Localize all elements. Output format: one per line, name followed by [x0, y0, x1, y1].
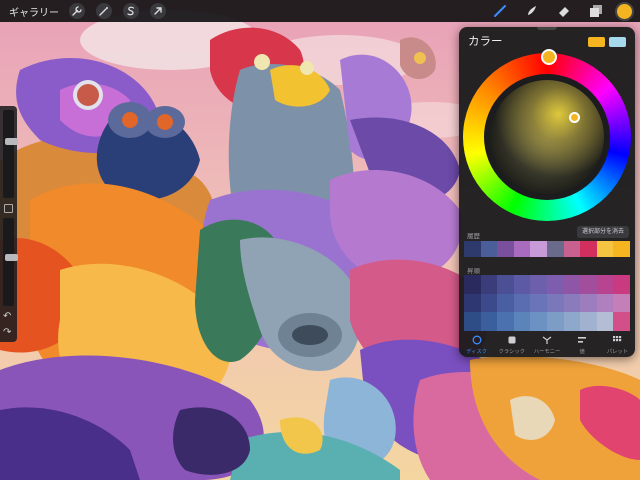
history-swatch[interactable]	[563, 241, 581, 257]
wheel-inner	[484, 74, 610, 200]
magic-wand-icon	[99, 7, 108, 16]
sliders-icon	[578, 337, 587, 343]
saturation-brightness-disc[interactable]	[490, 80, 604, 194]
brush-tool-button[interactable]	[489, 0, 511, 22]
palette-swatch[interactable]	[580, 293, 597, 313]
grid-icon	[613, 336, 622, 342]
history-label: 履歴	[467, 232, 480, 240]
palette-swatch[interactable]	[530, 293, 547, 313]
color-panel: カラー 履歴 選択部分を消去 昇順 ディスク クラシック ハーモニー 値 パレット	[459, 27, 635, 357]
palette-swatch[interactable]	[513, 275, 531, 294]
color-mode-tabs: ディスク クラシック ハーモニー 値 パレット	[459, 333, 635, 357]
palette-swatch[interactable]	[464, 293, 481, 313]
color-history	[464, 241, 630, 257]
tab-grid[interactable]: パレット	[600, 333, 635, 357]
disc-icon	[472, 335, 482, 345]
palette-swatch[interactable]	[530, 275, 547, 294]
selection-s-icon	[127, 6, 135, 16]
tab-label: ディスク	[466, 349, 488, 355]
gallery-button[interactable]: ギャラリー	[0, 4, 69, 19]
brush-icon	[494, 5, 506, 17]
palette-swatch[interactable]	[497, 312, 514, 331]
adjustments-button[interactable]	[96, 3, 112, 19]
selection-button[interactable]	[123, 3, 139, 19]
modify-button[interactable]	[4, 204, 13, 213]
redo-button[interactable]: ↷	[3, 328, 11, 338]
palette-swatch[interactable]	[596, 275, 614, 294]
primary-color-swatch[interactable]	[588, 37, 605, 47]
palette-swatch[interactable]	[480, 312, 498, 331]
palette-swatch[interactable]	[497, 293, 514, 313]
history-swatch[interactable]	[546, 241, 564, 257]
left-sidebar: ↶ ↷	[0, 106, 18, 342]
palette-swatch[interactable]	[547, 312, 564, 331]
palette-label: 昇順	[467, 267, 480, 275]
palette-swatch[interactable]	[530, 312, 547, 331]
palette-swatch[interactable]	[613, 312, 630, 331]
tab-label: パレット	[606, 349, 629, 355]
palette-swatch[interactable]	[513, 293, 531, 313]
clear-history-button[interactable]: 選択部分を消去	[577, 226, 629, 238]
harmony-icon	[542, 336, 552, 344]
palette-swatch[interactable]	[563, 275, 581, 294]
palette-swatch[interactable]	[547, 293, 564, 313]
layers-icon	[590, 5, 602, 17]
palette-swatch[interactable]	[547, 275, 564, 294]
hue-knob[interactable]	[541, 49, 557, 65]
secondary-color-swatch[interactable]	[609, 37, 626, 47]
tab-disc[interactable]: ディスク	[459, 333, 494, 357]
opacity-thumb[interactable]	[5, 254, 18, 262]
eraser-icon	[559, 7, 569, 17]
palette-swatch[interactable]	[497, 275, 514, 294]
palette-swatch[interactable]	[464, 312, 481, 331]
panel-grabber[interactable]	[537, 27, 557, 30]
history-swatch[interactable]	[497, 241, 514, 257]
history-swatch[interactable]	[596, 241, 614, 257]
history-swatch[interactable]	[613, 241, 630, 257]
undo-button[interactable]: ↶	[3, 312, 11, 322]
tab-square[interactable]: クラシック	[494, 333, 529, 357]
transform-button[interactable]	[150, 3, 166, 19]
smudge-icon	[528, 6, 536, 15]
palette-swatch[interactable]	[480, 275, 498, 294]
brush-size-slider[interactable]	[3, 110, 18, 198]
color-button[interactable]	[615, 1, 634, 21]
brush-size-thumb[interactable]	[5, 138, 18, 146]
palette-swatch[interactable]	[580, 275, 597, 294]
palette-swatch[interactable]	[613, 293, 630, 313]
history-swatch[interactable]	[580, 241, 597, 257]
actions-button[interactable]	[69, 3, 85, 19]
eraser-tool-button[interactable]	[553, 0, 575, 22]
history-swatch[interactable]	[513, 241, 531, 257]
painting-tools	[479, 0, 640, 22]
palette-swatch[interactable]	[513, 312, 531, 331]
tab-label: クラシック	[498, 349, 525, 355]
opacity-slider[interactable]	[3, 218, 18, 306]
panel-title: カラー	[468, 34, 503, 48]
palette-swatch[interactable]	[464, 275, 481, 294]
palette-grid	[464, 275, 630, 331]
tab-harmony[interactable]: ハーモニー	[529, 333, 564, 357]
history-swatch[interactable]	[464, 241, 481, 257]
palette-swatch[interactable]	[563, 293, 581, 313]
tab-sliders[interactable]: 値	[565, 333, 600, 357]
palette-swatch[interactable]	[596, 312, 614, 331]
palette-swatch[interactable]	[563, 312, 581, 331]
smudge-tool-button[interactable]	[521, 0, 543, 22]
palette-swatch[interactable]	[580, 312, 597, 331]
wrench-icon	[72, 6, 82, 16]
top-toolbar: ギャラリー	[0, 0, 640, 22]
palette-swatch[interactable]	[613, 275, 630, 294]
arrow-cursor-icon	[154, 7, 162, 15]
saturation-knob[interactable]	[569, 112, 580, 123]
palette-swatch[interactable]	[596, 293, 614, 313]
tab-label: ハーモニー	[533, 349, 561, 355]
tab-label: 値	[579, 349, 585, 355]
history-swatch[interactable]	[480, 241, 498, 257]
palette-swatch[interactable]	[480, 293, 498, 313]
layers-button[interactable]	[585, 0, 607, 22]
square-icon	[508, 336, 516, 344]
history-swatch[interactable]	[530, 241, 547, 257]
hue-ring[interactable]	[463, 49, 631, 221]
